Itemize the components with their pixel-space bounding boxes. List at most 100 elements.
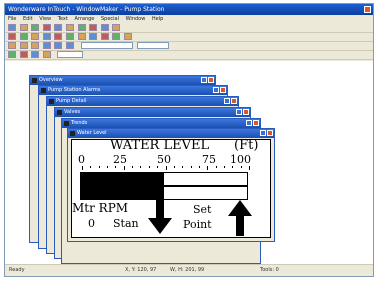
text-icon[interactable]	[54, 33, 63, 40]
polygon-icon[interactable]	[100, 33, 109, 40]
window-icon	[70, 131, 75, 136]
scale-tick	[132, 166, 133, 168]
window-color-icon[interactable]	[42, 51, 51, 58]
undo-icon[interactable]	[77, 24, 86, 31]
scale-tick	[232, 166, 233, 168]
gauge-unit: (Ft)	[234, 138, 259, 153]
gauge-title: WATER LEVEL	[110, 138, 210, 153]
minimize-icon[interactable]	[246, 120, 252, 126]
select-icon[interactable]	[8, 33, 16, 40]
minimize-icon[interactable]	[260, 130, 266, 136]
font-selector[interactable]	[80, 42, 133, 49]
menu-bar: File Edit View Text Arrange Special Wind…	[5, 15, 373, 23]
polyline-icon[interactable]	[112, 33, 121, 40]
status-tools: Tools: 0	[260, 267, 279, 273]
scale-label-0: 0	[78, 153, 85, 166]
size-selector[interactable]	[137, 42, 170, 49]
save-icon[interactable]	[31, 24, 40, 31]
scale-label-50: 50	[157, 153, 171, 166]
down-arrow-icon[interactable]	[148, 200, 172, 234]
pipe-icon[interactable]	[123, 33, 132, 40]
set-label: Set	[193, 203, 212, 216]
zoom-icon[interactable]	[100, 24, 109, 31]
motor-rpm-value: 0	[88, 217, 95, 230]
child-title-bar: Trends	[62, 119, 260, 128]
grid-icon[interactable]	[112, 24, 121, 31]
close-icon[interactable]	[267, 130, 273, 136]
redo-icon[interactable]	[89, 24, 98, 31]
child-title: Water Level	[77, 130, 107, 136]
scale-tick	[174, 166, 175, 168]
scale-tick	[115, 166, 116, 168]
scale-tick	[90, 166, 91, 168]
align-top-icon[interactable]	[42, 42, 51, 49]
fill-color-icon[interactable]	[8, 51, 16, 58]
menu-view[interactable]: View	[39, 16, 51, 22]
align-right-icon[interactable]	[31, 42, 40, 49]
scale-tick	[199, 166, 200, 168]
ellipse-icon[interactable]	[31, 33, 40, 40]
child-title: Pump Detail	[56, 98, 87, 104]
copy-icon[interactable]	[54, 24, 63, 31]
line-color-icon[interactable]	[19, 51, 28, 58]
up-arrow-icon[interactable]	[228, 200, 252, 236]
scale-tick	[124, 166, 125, 170]
rectangle-icon[interactable]	[19, 33, 28, 40]
scale-tick	[207, 166, 208, 170]
scale-tick	[182, 166, 183, 168]
minimize-icon[interactable]	[201, 77, 207, 83]
close-icon[interactable]	[253, 120, 259, 126]
scale-tick	[249, 166, 250, 170]
status-bar: Ready X, Y: 120, 97 W, H: 201, 99 Tools:…	[5, 264, 373, 276]
menu-window[interactable]: Window	[126, 16, 146, 22]
child-title: Valves	[64, 109, 81, 115]
child-title-bar: Pump Station Alarms	[39, 86, 227, 95]
child-title: Pump Station Alarms	[48, 87, 101, 93]
close-icon[interactable]	[364, 6, 371, 13]
close-icon[interactable]	[220, 87, 226, 93]
text-color-icon[interactable]	[31, 51, 40, 58]
toolbar-arrange	[5, 42, 373, 51]
scale-tick	[140, 166, 141, 168]
scale-tick	[82, 166, 83, 170]
paste-icon[interactable]	[65, 24, 74, 31]
button-icon[interactable]	[65, 33, 74, 40]
scale-ticks	[82, 166, 250, 170]
close-icon[interactable]	[243, 109, 249, 115]
minimize-icon[interactable]	[224, 98, 230, 104]
menu-arrange[interactable]: Arrange	[74, 16, 94, 22]
align-middle-icon[interactable]	[54, 42, 63, 49]
menu-help[interactable]: Help	[152, 16, 163, 22]
align-left-icon[interactable]	[8, 42, 16, 49]
child-title: Overview	[39, 77, 63, 83]
close-icon[interactable]	[231, 98, 237, 104]
menu-file[interactable]: File	[8, 16, 16, 22]
minimize-icon[interactable]	[213, 87, 219, 93]
child-title-bar: Overview	[30, 76, 215, 85]
close-icon[interactable]	[208, 77, 214, 83]
scale-tick	[149, 166, 150, 168]
minimize-icon[interactable]	[236, 109, 242, 115]
window-icon	[57, 110, 62, 115]
style-selector[interactable]	[57, 51, 84, 58]
new-icon[interactable]	[8, 24, 16, 31]
menu-edit[interactable]: Edit	[23, 16, 33, 22]
toolbar-draw	[5, 33, 373, 42]
window-icon	[64, 121, 69, 126]
scale-tick	[241, 166, 242, 168]
align-bottom-icon[interactable]	[65, 42, 74, 49]
menu-special[interactable]: Special	[101, 16, 119, 22]
status-xy: X, Y: 120, 97	[125, 267, 157, 273]
menu-text[interactable]: Text	[58, 16, 68, 22]
window-title: Wonderware InTouch - WindowMaker - Pump …	[8, 6, 165, 13]
line-icon[interactable]	[42, 33, 51, 40]
align-center-icon[interactable]	[19, 42, 28, 49]
child-title-bar: Pump Detail	[47, 97, 238, 106]
wizard-icon[interactable]	[89, 33, 98, 40]
open-icon[interactable]	[19, 24, 28, 31]
window-icon	[32, 78, 37, 83]
bitmap-icon[interactable]	[77, 33, 86, 40]
child-title-bar: Valves	[55, 108, 250, 117]
scale-tick	[224, 166, 225, 168]
cut-icon[interactable]	[42, 24, 51, 31]
